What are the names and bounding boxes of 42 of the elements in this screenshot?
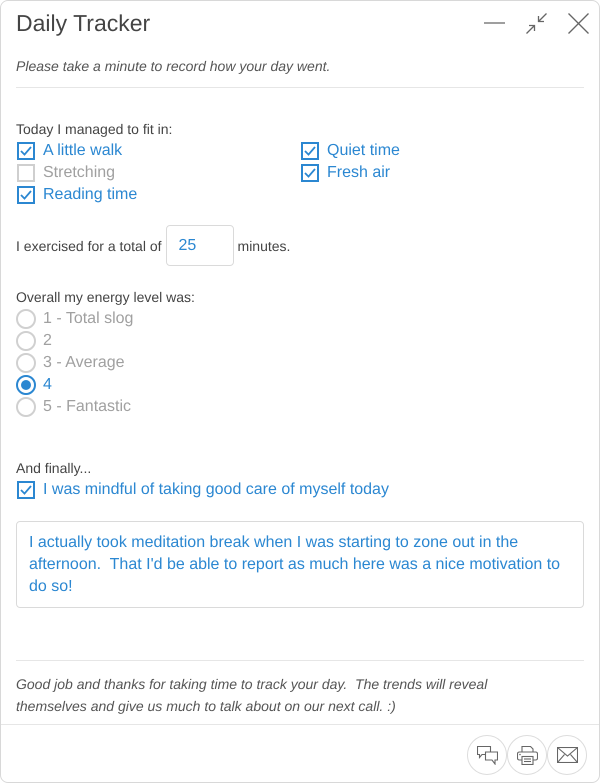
checkbox[interactable]: [301, 164, 319, 182]
radio-label[interactable]: 2: [43, 330, 52, 352]
collapse-arrows-icon[interactable]: [526, 12, 547, 34]
print-button[interactable]: [507, 735, 547, 775]
checkbox-label[interactable]: I was mindful of taking good care of myself today: [43, 479, 389, 501]
checkbox[interactable]: [17, 164, 35, 182]
checkbox-label[interactable]: Reading time: [43, 184, 138, 206]
envelope-icon: [556, 747, 578, 763]
chat-button[interactable]: [467, 735, 507, 775]
window-title: Daily Tracker: [16, 10, 152, 36]
email-button[interactable]: [547, 735, 587, 775]
question-label: Today I managed to fit in:: [16, 120, 174, 139]
close-icon[interactable]: [568, 12, 589, 34]
radio-label[interactable]: 4: [43, 374, 52, 396]
checkbox[interactable]: [17, 481, 35, 499]
printer-icon: [516, 746, 538, 764]
checkbox[interactable]: [301, 142, 319, 160]
checkbox-label[interactable]: A little walk: [43, 140, 122, 162]
question-label: Overall my energy level was:: [16, 288, 196, 307]
exercise-text: I exercised for a total of: [16, 238, 162, 254]
speech-bubbles-icon: [476, 746, 498, 764]
check-icon: [20, 146, 32, 156]
minutes-text: minutes.: [238, 238, 290, 254]
check-icon: [20, 190, 32, 200]
minimize-icon[interactable]: [484, 22, 505, 24]
check-icon: [304, 168, 316, 178]
intro-text: Please take a minute to record how your day went.: [16, 57, 332, 76]
notes-field[interactable]: I actually took meditation break when I was starting to zone out in the afternoon. That I'd be able to report as much here was a nice motivation to do so!: [16, 521, 584, 608]
minutes-field[interactable]: 25: [166, 225, 234, 266]
radio-button[interactable]: [16, 375, 36, 395]
question-label: And finally...: [16, 459, 92, 478]
radio-label[interactable]: 5 - Fantastic: [43, 396, 132, 418]
closing-text: Good job and thanks for taking time to track your day. The trends will reveal themselves and give us much to talk about on our next call. :): [16, 675, 489, 716]
checkbox[interactable]: [17, 142, 35, 160]
checkbox-label[interactable]: Stretching: [43, 162, 116, 184]
radio-label[interactable]: 1 - Total slog: [43, 308, 134, 330]
check-icon: [20, 485, 32, 495]
checkbox-label[interactable]: Quiet time: [327, 140, 400, 162]
checkbox[interactable]: [17, 186, 35, 204]
radio-label[interactable]: 3 - Average: [43, 352, 125, 374]
checkbox-label[interactable]: Fresh air: [327, 162, 390, 184]
check-icon: [304, 146, 316, 156]
